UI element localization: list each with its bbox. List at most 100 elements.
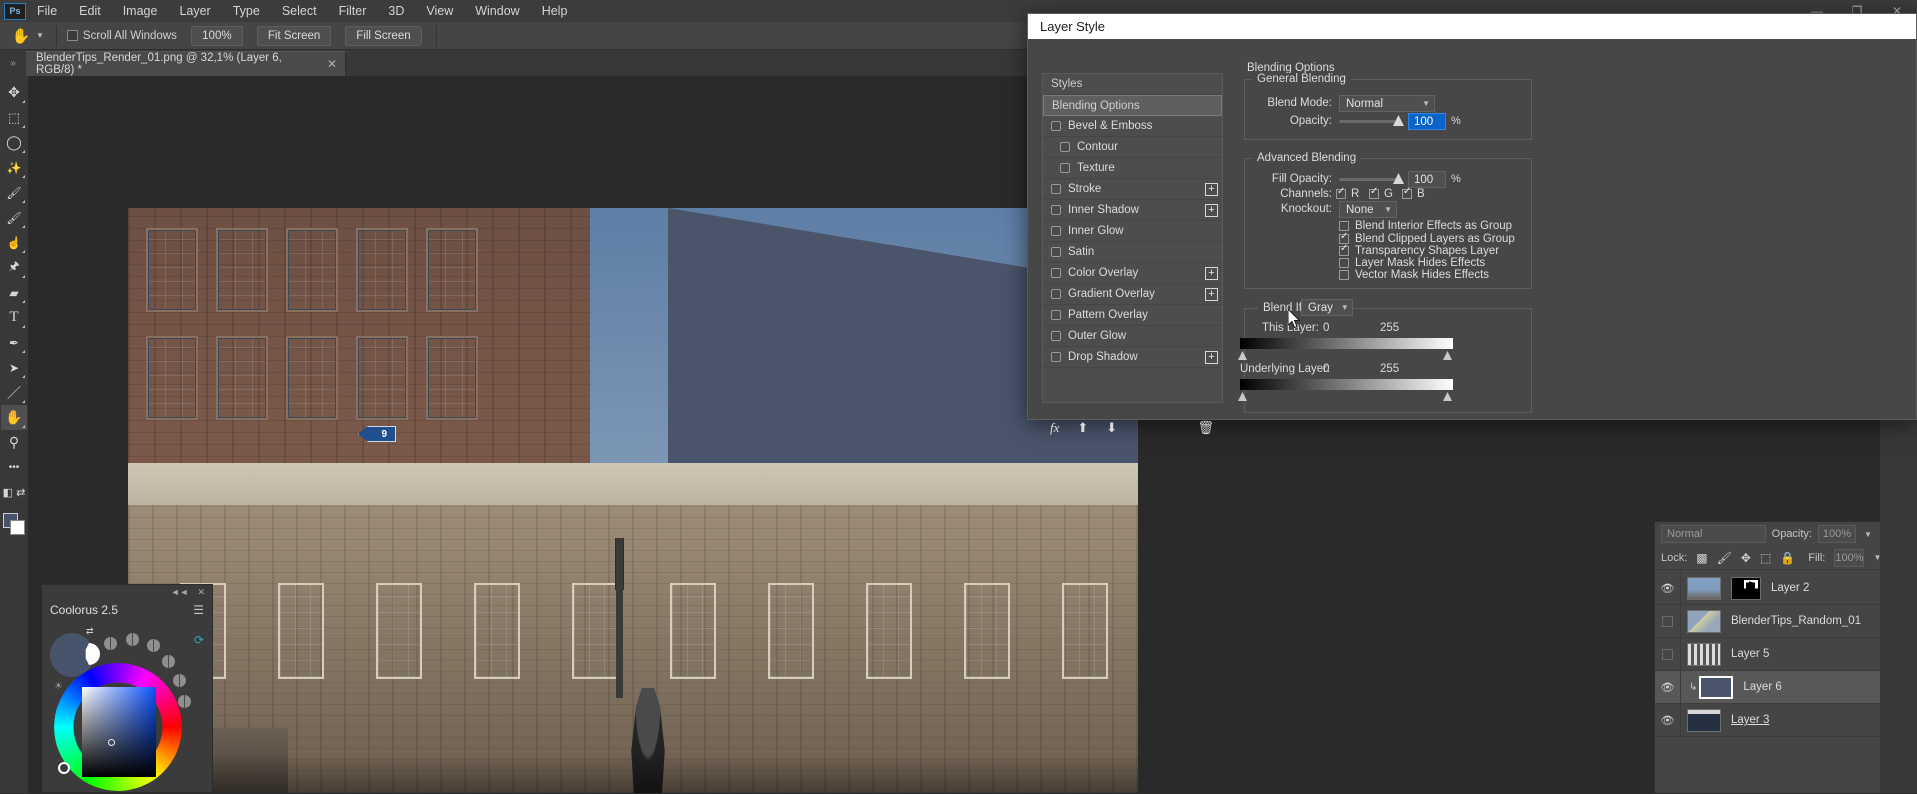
swap-colors-icon[interactable]: ⇄	[86, 626, 94, 637]
vector-mask-hides-effects-checkbox[interactable]: Vector Mask Hides Effects	[1339, 269, 1489, 281]
fill-opacity-slider[interactable]	[1339, 173, 1404, 184]
styles-list-item-drop-shadow[interactable]: Drop Shadow +	[1043, 347, 1222, 368]
collapse-icon[interactable]: ◄◄	[171, 587, 189, 597]
style-checkbox[interactable]	[1060, 163, 1070, 173]
style-checkbox[interactable]	[1051, 247, 1061, 257]
styles-list-item-inner-shadow[interactable]: Inner Shadow +	[1043, 200, 1222, 221]
this-layer-gradient-bar[interactable]	[1240, 338, 1453, 349]
document-tab[interactable]: BlenderTips_Render_01.png @ 32,1% (Layer…	[26, 51, 346, 76]
blend-mode-select[interactable]: Normal ▼	[1339, 95, 1435, 112]
knockout-select[interactable]: None ▼	[1339, 201, 1397, 218]
move-down-icon[interactable]: ⬇	[1106, 420, 1117, 436]
menu-item-edit[interactable]: Edit	[68, 0, 112, 22]
layer-thumbnail[interactable]	[1687, 642, 1721, 666]
marquee-tool[interactable]: ⬚	[1, 105, 27, 130]
delete-effect-icon[interactable]: 🗑	[1197, 420, 1214, 436]
styles-list-item-satin[interactable]: Satin	[1043, 242, 1222, 263]
hand-tool[interactable]: ✋	[1, 405, 27, 430]
menu-item-window[interactable]: Window	[464, 0, 530, 22]
fill-chevron-down-icon[interactable]: ▼	[1873, 553, 1881, 562]
close-icon[interactable]: ✕	[197, 587, 205, 598]
lock-transparency-icon[interactable]: ▩	[1696, 551, 1707, 565]
refresh-icon[interactable]: ⟳	[194, 633, 204, 647]
menu-item-select[interactable]: Select	[271, 0, 328, 22]
foreground-background-color[interactable]	[1, 511, 27, 537]
line-tool[interactable]: ／	[1, 380, 27, 405]
underlying-layer-min[interactable]: 0	[1323, 363, 1329, 375]
mixer-brush-tool[interactable]: 🖌	[1, 205, 27, 230]
blend-clipped-layers-checkbox[interactable]: Blend Clipped Layers as Group	[1339, 231, 1515, 245]
channel-b-checkbox[interactable]: B	[1402, 186, 1425, 200]
layers-fill-value[interactable]: 100%	[1834, 548, 1865, 567]
harmony-complement-icon[interactable]	[126, 633, 139, 646]
brush-tool[interactable]: 🖌	[1, 180, 27, 205]
layer-thumbnail[interactable]	[1699, 675, 1734, 699]
harmony-tetrad-icon[interactable]	[173, 674, 186, 687]
layer-mask-thumbnail[interactable]	[1731, 576, 1761, 600]
style-checkbox[interactable]	[1051, 331, 1061, 341]
menu-item-3d[interactable]: 3D	[377, 0, 415, 22]
hand-tool-icon[interactable]: ✋	[8, 25, 34, 47]
underlying-layer-gradient-bar[interactable]	[1240, 379, 1453, 390]
background-color-swatch[interactable]	[10, 520, 25, 535]
path-selection-tool[interactable]: ➤	[1, 355, 27, 380]
clone-stamp-tool[interactable]: 🖈	[1, 255, 27, 280]
blend-if-channel-select[interactable]: Gray ▼	[1301, 299, 1353, 316]
layer-thumbnail[interactable]	[1687, 609, 1721, 633]
styles-list-item-outer-glow[interactable]: Outer Glow	[1043, 326, 1222, 347]
lock-all-icon[interactable]: 🔒	[1780, 551, 1795, 565]
style-checkbox[interactable]	[1051, 184, 1061, 194]
underlying-layer-max[interactable]: 255	[1380, 363, 1399, 375]
lock-image-pixels-icon[interactable]: 🖌	[1717, 551, 1732, 565]
menu-item-view[interactable]: View	[415, 0, 464, 22]
magic-wand-tool[interactable]: ✨	[1, 155, 27, 180]
layer-visibility-icon[interactable]: 👁	[1655, 572, 1681, 604]
add-effect-icon[interactable]: +	[1205, 267, 1218, 280]
tool-preset-chevron-down-icon[interactable]: ▼	[36, 31, 44, 40]
lock-position-icon[interactable]: ✥	[1741, 551, 1751, 565]
move-tool[interactable]: ✥	[1, 80, 27, 105]
style-checkbox[interactable]	[1051, 226, 1061, 236]
move-up-icon[interactable]: ⬆	[1077, 420, 1088, 436]
style-checkbox[interactable]	[1060, 142, 1070, 152]
styles-list-item-inner-glow[interactable]: Inner Glow	[1043, 221, 1222, 242]
layer-name[interactable]: Layer 5	[1731, 648, 1769, 660]
layer-thumbnail[interactable]	[1687, 576, 1721, 600]
document-image[interactable]: 9	[128, 208, 1138, 793]
scroll-all-windows-checkbox[interactable]: Scroll All Windows	[66, 30, 177, 42]
add-effect-icon[interactable]: +	[1205, 183, 1218, 196]
menu-item-filter[interactable]: Filter	[328, 0, 378, 22]
layer-visibility-icon[interactable]: 👁	[1655, 671, 1681, 703]
style-checkbox[interactable]	[1051, 310, 1061, 320]
layer-name[interactable]: Layer 2	[1771, 582, 1809, 594]
zoom-tool[interactable]: ⚲	[1, 430, 27, 455]
fill-screen-button[interactable]: Fill Screen	[345, 25, 422, 46]
fit-screen-button[interactable]: Fit Screen	[256, 25, 332, 46]
zoom-100-button[interactable]: 100%	[190, 25, 243, 46]
opacity-input[interactable]: 100	[1408, 113, 1446, 130]
harmony-square-icon[interactable]	[178, 695, 191, 708]
styles-list-item-styles[interactable]: Styles	[1043, 74, 1222, 95]
table-row[interactable]: Layer 5	[1655, 638, 1880, 671]
eraser-tool[interactable]: ▰	[1, 280, 27, 305]
table-row[interactable]: 👁 Layer 2	[1655, 572, 1880, 605]
layer-name[interactable]: Layer 3	[1731, 714, 1769, 726]
styles-list-item-color-overlay[interactable]: Color Overlay +	[1043, 263, 1222, 284]
blend-interior-effects-checkbox[interactable]: Blend Interior Effects as Group	[1339, 220, 1512, 232]
smudge-tool[interactable]: ☝	[1, 230, 27, 255]
layer-style-dialog[interactable]: Layer Style Styles Blending Options Beve…	[1027, 13, 1917, 435]
layers-panel[interactable]: Normal Opacity: 100% ▼ Lock: ▩ 🖌 ✥ ⬚ 🔒 F…	[1654, 521, 1881, 793]
styles-list-item-stroke[interactable]: Stroke +	[1043, 179, 1222, 200]
opacity-chevron-down-icon[interactable]: ▼	[1862, 530, 1874, 539]
styles-list-item-blending-options[interactable]: Blending Options	[1043, 95, 1222, 116]
styles-list[interactable]: Styles Blending Options Bevel & Emboss C…	[1042, 73, 1223, 403]
layers-opacity-value[interactable]: 100%	[1818, 525, 1856, 543]
menu-item-type[interactable]: Type	[222, 0, 271, 22]
layers-blend-mode-select[interactable]: Normal	[1661, 525, 1766, 543]
table-row[interactable]: 👁 Layer 3	[1655, 704, 1880, 737]
style-checkbox[interactable]	[1051, 352, 1061, 362]
layer-mask-hides-effects-checkbox[interactable]: Layer Mask Hides Effects	[1339, 257, 1485, 269]
harmony-analogous-icon[interactable]	[147, 639, 160, 652]
fx-icon[interactable]: fx	[1050, 420, 1059, 436]
fill-opacity-input[interactable]: 100	[1408, 171, 1446, 188]
